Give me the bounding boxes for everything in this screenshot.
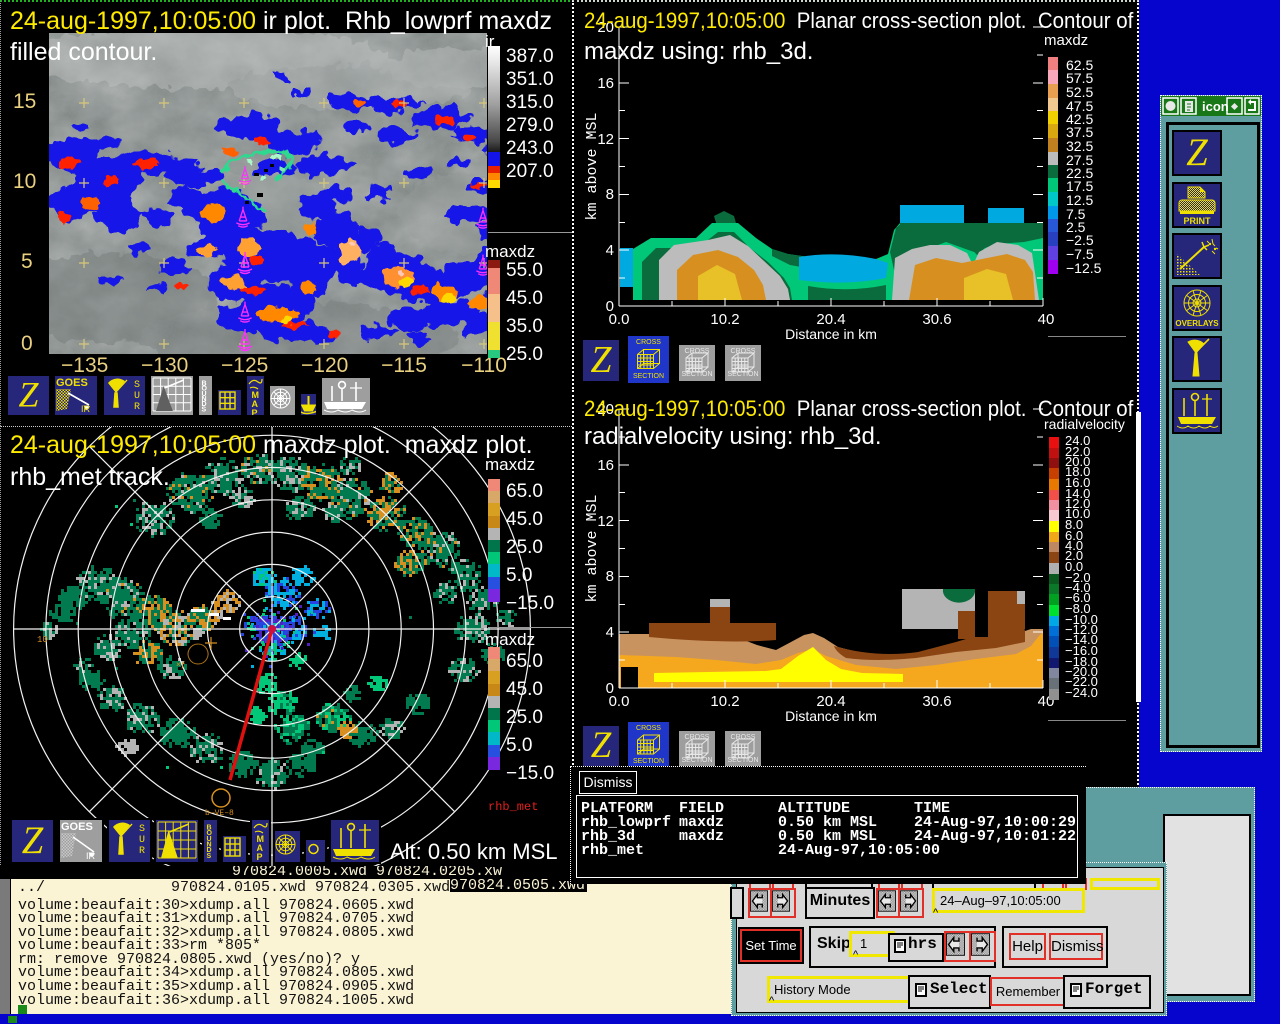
svg-text:OVERLAYS: OVERLAYS	[1175, 319, 1219, 328]
svg-text:4: 4	[606, 242, 614, 259]
svg-text:CROSS: CROSS	[685, 348, 710, 355]
svg-text:CROSS: CROSS	[636, 725, 661, 732]
svg-text:10.2: 10.2	[710, 693, 739, 710]
svg-text:IR: IR	[86, 851, 96, 861]
svg-text:GOES: GOES	[61, 821, 93, 833]
svg-text:SECTION: SECTION	[681, 371, 712, 378]
svg-text:16: 16	[597, 457, 614, 474]
svg-text:Z: Z	[1186, 132, 1208, 174]
svg-text:16: 16	[597, 75, 614, 92]
svg-text:SECTION: SECTION	[681, 757, 712, 764]
svg-text:Z: Z	[19, 376, 40, 414]
svg-text:CROSS: CROSS	[731, 348, 756, 355]
svg-text:0.0: 0.0	[609, 311, 630, 328]
svg-text:SECTION: SECTION	[633, 758, 664, 765]
svg-text:×ƒ: ×ƒ	[176, 661, 186, 670]
svg-text:30.6: 30.6	[922, 693, 951, 710]
svg-text:CROSS: CROSS	[685, 734, 710, 741]
svg-text:SECTION: SECTION	[633, 373, 664, 380]
svg-text:PRINT: PRINT	[1184, 216, 1212, 226]
svg-text:Z: Z	[591, 340, 613, 381]
svg-text:R: R	[139, 846, 145, 857]
svg-text:b—VE–8: b—VE–8	[205, 809, 234, 818]
svg-text:km above MSL: km above MSL	[584, 112, 601, 220]
svg-text:S: S	[139, 824, 145, 835]
svg-text:Distance in km: Distance in km	[785, 326, 877, 342]
svg-text:30.6: 30.6	[922, 311, 951, 328]
svg-text:R: R	[134, 402, 140, 413]
svg-text:10: 10	[37, 635, 48, 645]
svg-text:8: 8	[606, 568, 614, 585]
svg-text:IR: IR	[81, 404, 91, 414]
svg-text:GOES: GOES	[56, 377, 88, 389]
svg-text:icon: icon	[1202, 99, 1229, 114]
svg-text:S: S	[202, 406, 207, 413]
svg-text:U: U	[139, 835, 145, 846]
svg-text:km above MSL: km above MSL	[584, 494, 601, 602]
svg-text:U: U	[134, 391, 140, 402]
svg-text:Distance in km: Distance in km	[785, 708, 877, 724]
svg-text:4: 4	[606, 624, 614, 641]
svg-text:40: 40	[1038, 311, 1055, 328]
svg-text:S: S	[207, 853, 212, 860]
svg-text:Z: Z	[591, 726, 612, 765]
svg-text:10.2: 10.2	[710, 311, 739, 328]
svg-text:SECTION: SECTION	[727, 757, 758, 764]
svg-text:Z: Z	[22, 820, 44, 862]
svg-text:CROSS: CROSS	[731, 734, 756, 741]
svg-text:SECTION: SECTION	[727, 371, 758, 378]
svg-text:CROSS: CROSS	[636, 339, 661, 346]
svg-text:S: S	[134, 380, 140, 391]
svg-text:8: 8	[606, 186, 614, 203]
svg-text:P: P	[257, 852, 263, 862]
svg-text:P: P	[252, 408, 258, 415]
svg-text:0.0: 0.0	[609, 693, 630, 710]
